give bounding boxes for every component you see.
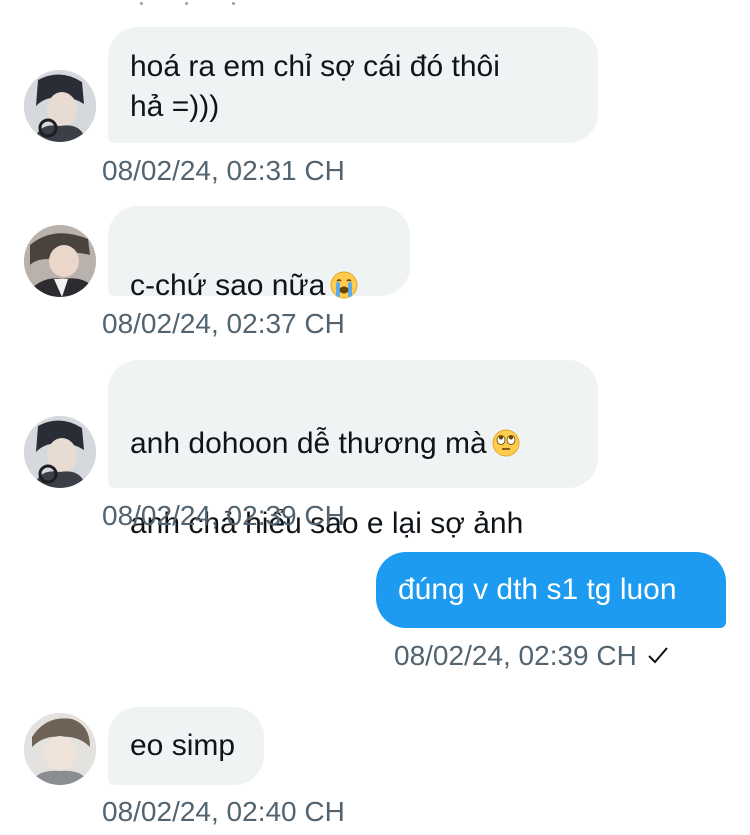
- message-timestamp: 08/02/24, 02:39 CH: [102, 500, 345, 531]
- loudly-crying-face-emoji: [329, 270, 359, 300]
- timestamp-text: 08/02/24, 02:39 CH: [394, 640, 637, 671]
- message-text: c-chứ sao nữa: [130, 269, 326, 302]
- rolling-eyes-face-emoji: [491, 428, 521, 458]
- avatar[interactable]: [24, 713, 96, 785]
- message-bubble[interactable]: c-chứ sao nữa: [108, 206, 410, 302]
- message-timestamp: 08/02/24, 02:40 CH: [102, 796, 345, 827]
- message-timestamp: 08/02/24, 02:39 CH: [394, 639, 669, 673]
- message-bubble[interactable]: hoá ra em chỉ sợ cái đó thôi hả =))): [108, 27, 598, 143]
- message-timestamp: 08/02/24, 02:37 CH: [102, 308, 345, 339]
- message-bubble-outgoing[interactable]: đúng v dth s1 tg luon: [376, 552, 726, 628]
- avatar[interactable]: [24, 70, 96, 142]
- checkmark-icon: [647, 639, 669, 673]
- message-bubble[interactable]: eo simp: [108, 707, 264, 785]
- message-bubble[interactable]: anh dohoon dễ thương mà anh chả hiểu sao…: [108, 360, 598, 540]
- avatar[interactable]: [24, 225, 96, 297]
- avatar[interactable]: [24, 416, 96, 488]
- message-timestamp: 08/02/24, 02:31 CH: [102, 155, 345, 186]
- message-text-line-1: anh dohoon dễ thương mà: [130, 427, 487, 460]
- clipped-previous-content: [130, 0, 250, 6]
